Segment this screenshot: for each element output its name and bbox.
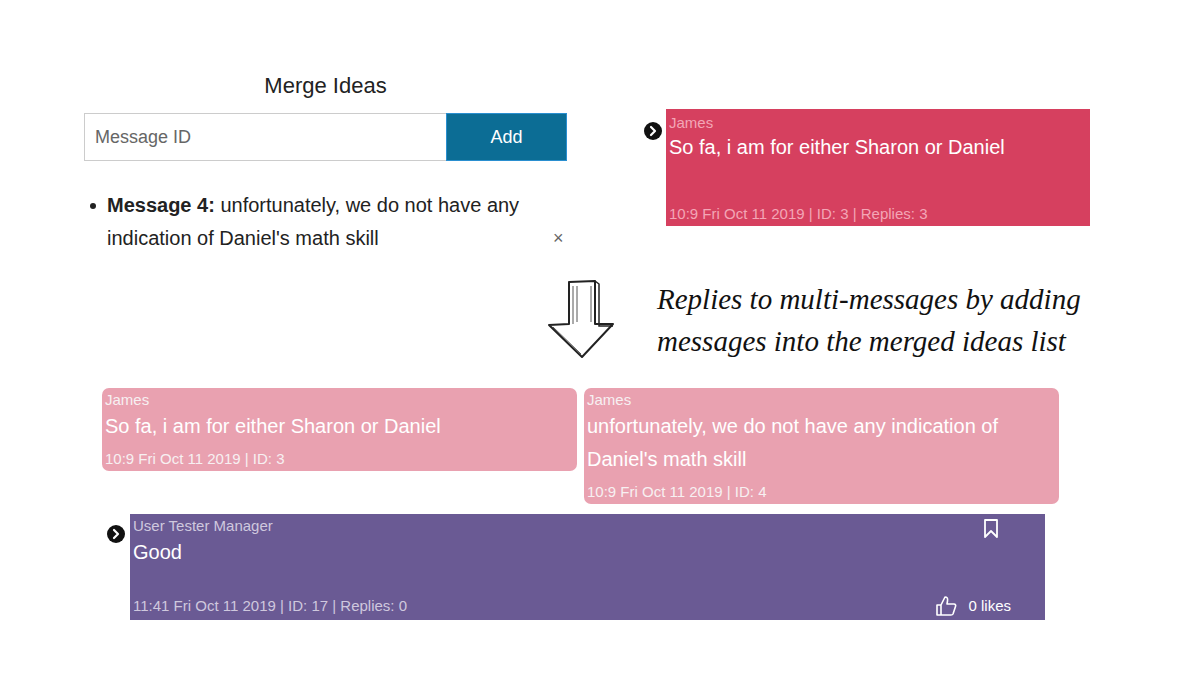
source-message-block: James So fa, i am for either Sharon or Da…: [644, 109, 1090, 226]
bookmark-icon[interactable]: [983, 519, 999, 539]
message-text: So fa, i am for either Sharon or Daniel: [669, 133, 1087, 161]
reply-footer: 11:41 Fri Oct 11 2019 | ID: 17 | Replies…: [133, 595, 1042, 617]
message-meta: 10:9 Fri Oct 11 2019 | ID: 3: [105, 451, 574, 467]
page: Merge Ideas Add Message 4: unfortunately, …: [0, 0, 1200, 700]
thumbs-up-icon: [935, 595, 957, 617]
message-id-input[interactable]: [84, 113, 446, 161]
reply-header: User Tester Manager: [133, 518, 1042, 539]
merged-message-card[interactable]: James So fa, i am for either Sharon or Da…: [102, 388, 577, 471]
like-button[interactable]: 0 likes: [935, 595, 1011, 617]
remove-button[interactable]: ×: [553, 222, 564, 255]
message-meta: 10:9 Fri Oct 11 2019 | ID: 4: [587, 484, 1056, 500]
reply-row: User Tester Manager Good 11:41 Fri Oct 11 …: [107, 514, 1200, 620]
message-text: unfortunately, we do not have any indica…: [587, 410, 1056, 476]
annotation-section: Replies to multi-messages by addingmessa…: [0, 262, 1200, 388]
merge-panel: Merge Ideas Add Message 4: unfortunately, …: [84, 72, 567, 255]
annotation-text: Replies to multi-messages by addingmessa…: [657, 278, 1081, 362]
message-text: Good: [133, 539, 1042, 565]
expand-arrow-icon[interactable]: [644, 122, 662, 140]
reply-card[interactable]: User Tester Manager Good 11:41 Fri Oct 11 …: [130, 514, 1045, 620]
merged-ideas-list: Message 4: unfortunately, we do not have…: [84, 189, 567, 255]
bullet-dot: [90, 203, 96, 209]
annotation-line: messages into the merged ideas list: [657, 320, 1081, 362]
down-arrow-icon: [545, 278, 617, 360]
add-button[interactable]: Add: [446, 113, 567, 161]
message-text: So fa, i am for either Sharon or Daniel: [105, 410, 574, 443]
annotation-line: Replies to multi-messages by adding: [657, 278, 1081, 320]
message-meta: 11:41 Fri Oct 11 2019 | ID: 17 | Replies…: [133, 598, 407, 614]
message-author: James: [669, 115, 1087, 131]
message-id-row: Add: [84, 113, 567, 161]
merged-idea-text: Message 4: unfortunately, we do not have…: [107, 189, 549, 255]
top-section: Merge Ideas Add Message 4: unfortunately, …: [0, 0, 1200, 262]
source-message-card[interactable]: James So fa, i am for either Sharon or Da…: [666, 109, 1090, 226]
message-author: James: [587, 392, 1056, 408]
message-author: James: [105, 392, 574, 408]
merged-messages-row: James So fa, i am for either Sharon or Da…: [102, 388, 1200, 504]
merged-idea-item: Message 4: unfortunately, we do not have…: [84, 189, 567, 255]
expand-arrow-icon[interactable]: [107, 525, 125, 543]
message-meta: 10:9 Fri Oct 11 2019 | ID: 3 | Replies: …: [669, 206, 1087, 222]
likes-count: 0 likes: [968, 597, 1011, 615]
merged-message-card[interactable]: James unfortunately, we do not have any i…: [584, 388, 1059, 504]
merged-idea-label: Message 4:: [107, 194, 215, 216]
message-author: User Tester Manager: [133, 518, 273, 534]
merge-title: Merge Ideas: [84, 72, 567, 100]
